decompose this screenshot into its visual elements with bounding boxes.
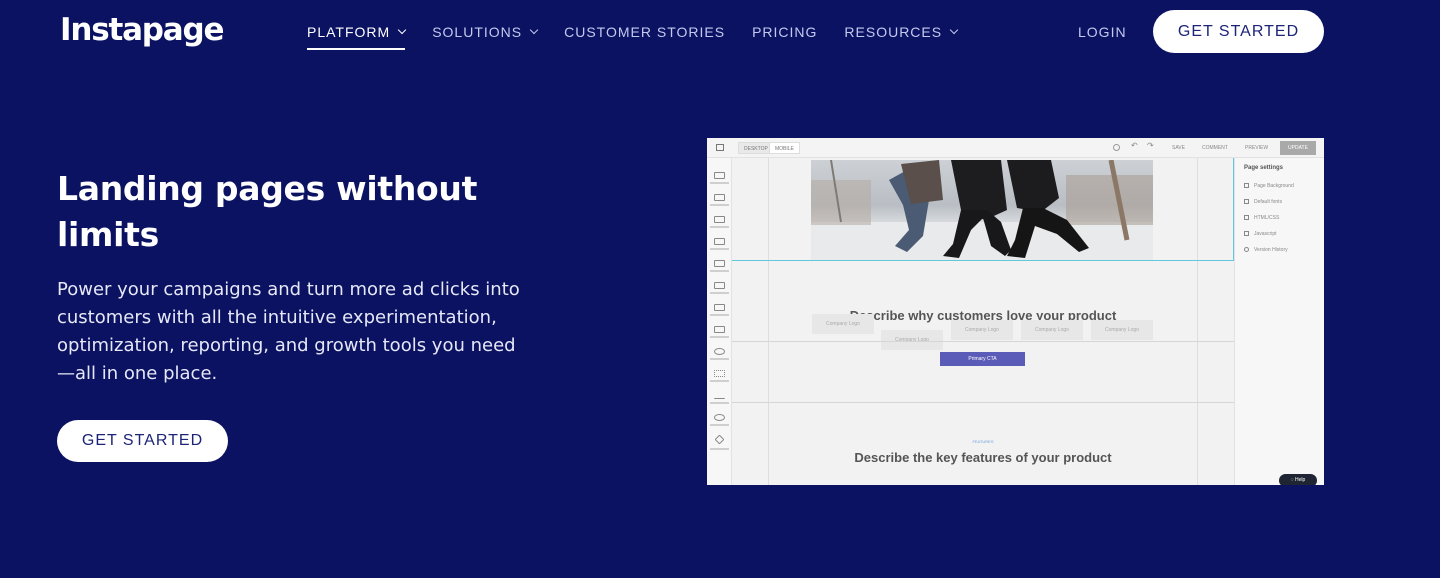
headline-widget-icon	[714, 194, 725, 201]
font-icon	[1244, 199, 1249, 205]
primary-cta-block: Primary CTA	[940, 352, 1025, 366]
chevron-down-icon	[529, 25, 539, 35]
page-settings-item: Page Background	[1244, 183, 1294, 189]
help-circle-icon	[1113, 144, 1120, 151]
chevron-down-icon	[397, 25, 407, 35]
nav-item-resources[interactable]: RESOURCES	[844, 22, 959, 42]
page-settings-item: Default fonts	[1244, 199, 1282, 205]
widget-label	[710, 358, 729, 360]
image-widget-icon	[714, 282, 725, 289]
save-action: SAVE	[1172, 145, 1185, 151]
page-settings-item-label: Default fonts	[1254, 199, 1283, 205]
page-settings-item-label: Page Background	[1254, 183, 1294, 189]
company-logo-placeholder: Company Logo	[881, 330, 943, 350]
panel-toggle-icon	[716, 144, 724, 151]
company-logo-placeholder: Company Logo	[1021, 320, 1083, 340]
hero-subtitle: Power your campaigns and turn more ad cl…	[57, 279, 520, 384]
company-logo-placeholder: Company Logo	[951, 320, 1013, 340]
section-widget-icon	[714, 172, 725, 179]
nav-item-solutions[interactable]: SOLUTIONS	[432, 22, 539, 42]
publish-button: UPDATE	[1280, 141, 1316, 155]
editor-toolbar: DESKTOP MOBILE ↶ ↷ SAVE COMMENT PREVIEW …	[707, 138, 1324, 158]
widget-label	[710, 424, 729, 426]
editor-widget-sidebar	[707, 158, 732, 485]
editor-canvas: Describe why customers love your product…	[732, 158, 1234, 485]
hero-title: Landing pages without limits	[57, 169, 478, 254]
image-icon	[1244, 183, 1249, 189]
selected-section-outline	[732, 158, 1234, 261]
redo-icon: ↷	[1147, 141, 1154, 150]
editor-headline-2: Describe the key features of your produc…	[854, 450, 1112, 465]
page-settings-item: HTML/CSS	[1244, 215, 1279, 221]
features-tag: FEATURES	[972, 439, 994, 444]
widget-label	[710, 182, 729, 184]
comment-action: COMMENT	[1202, 145, 1228, 151]
nav-links: PLATFORM SOLUTIONS CUSTOMER STORIES PRIC…	[307, 22, 984, 50]
video-widget-icon	[714, 304, 725, 311]
nav-item-label: CUSTOMER STORIES	[564, 24, 726, 40]
widget-label	[710, 292, 729, 294]
code-widget-icon	[714, 434, 725, 445]
widget-label	[710, 448, 729, 450]
help-label: Help	[1295, 477, 1306, 483]
mobile-toggle: MOBILE	[769, 142, 800, 154]
page-settings-title: Page settings	[1244, 165, 1284, 171]
company-logo-placeholder: Company Logo	[812, 314, 874, 334]
page-settings-item-label: HTML/CSS	[1254, 215, 1280, 221]
nav-item-customer-stories[interactable]: CUSTOMER STORIES	[564, 22, 725, 42]
nav-item-label: RESOURCES	[844, 24, 943, 40]
get-started-hero-button[interactable]: GET STARTED	[57, 420, 228, 462]
line-widget-icon	[714, 392, 725, 399]
login-link[interactable]: LOGIN	[1078, 24, 1127, 40]
guide-line	[732, 402, 1234, 403]
instapage-logo[interactable]: Instapage	[60, 12, 225, 48]
editor-preview-image: DESKTOP MOBILE ↶ ↷ SAVE COMMENT PREVIEW …	[707, 138, 1324, 485]
get-started-nav-button[interactable]: GET STARTED	[1153, 10, 1324, 53]
page-settings-item-label: Version History	[1254, 247, 1288, 253]
button-widget-icon	[714, 260, 725, 267]
timer-widget-icon	[714, 414, 725, 421]
nav-item-label: SOLUTIONS	[432, 24, 523, 40]
page-settings-item: Version History	[1244, 247, 1288, 253]
page-settings-item: Javascript	[1244, 231, 1277, 237]
widget-label	[710, 380, 729, 382]
guide-line	[732, 341, 1234, 342]
widget-label	[710, 314, 729, 316]
widget-label	[710, 270, 729, 272]
nav-item-platform[interactable]: PLATFORM	[307, 22, 407, 50]
paragraph-widget-icon	[714, 216, 725, 223]
nav-item-label: PRICING	[752, 24, 818, 40]
widget-label	[710, 248, 729, 250]
nav-item-pricing[interactable]: PRICING	[752, 22, 817, 42]
help-chat-bubble: ◌ Help	[1279, 474, 1317, 485]
page-settings-panel: Page settings Page Background Default fo…	[1234, 158, 1324, 485]
nav-item-label: PLATFORM	[307, 24, 391, 40]
chevron-down-icon	[949, 25, 959, 35]
form-widget-icon	[714, 238, 725, 245]
script-icon	[1244, 231, 1249, 237]
grid-widget-icon	[714, 370, 725, 377]
box-widget-icon	[714, 326, 725, 333]
widget-label	[710, 226, 729, 228]
preview-action: PREVIEW	[1245, 145, 1269, 151]
page-settings-item-label: Javascript	[1254, 231, 1277, 237]
shape-widget-icon	[714, 348, 725, 355]
widget-label	[710, 402, 729, 404]
widget-label	[710, 204, 729, 206]
widget-label	[710, 336, 729, 338]
top-nav: Instapage PLATFORM SOLUTIONS CUSTOMER ST…	[0, 0, 1440, 64]
company-logo-placeholder: Company Logo	[1091, 320, 1153, 340]
undo-icon: ↶	[1131, 141, 1138, 150]
code-icon	[1244, 215, 1249, 221]
history-icon	[1244, 247, 1249, 253]
